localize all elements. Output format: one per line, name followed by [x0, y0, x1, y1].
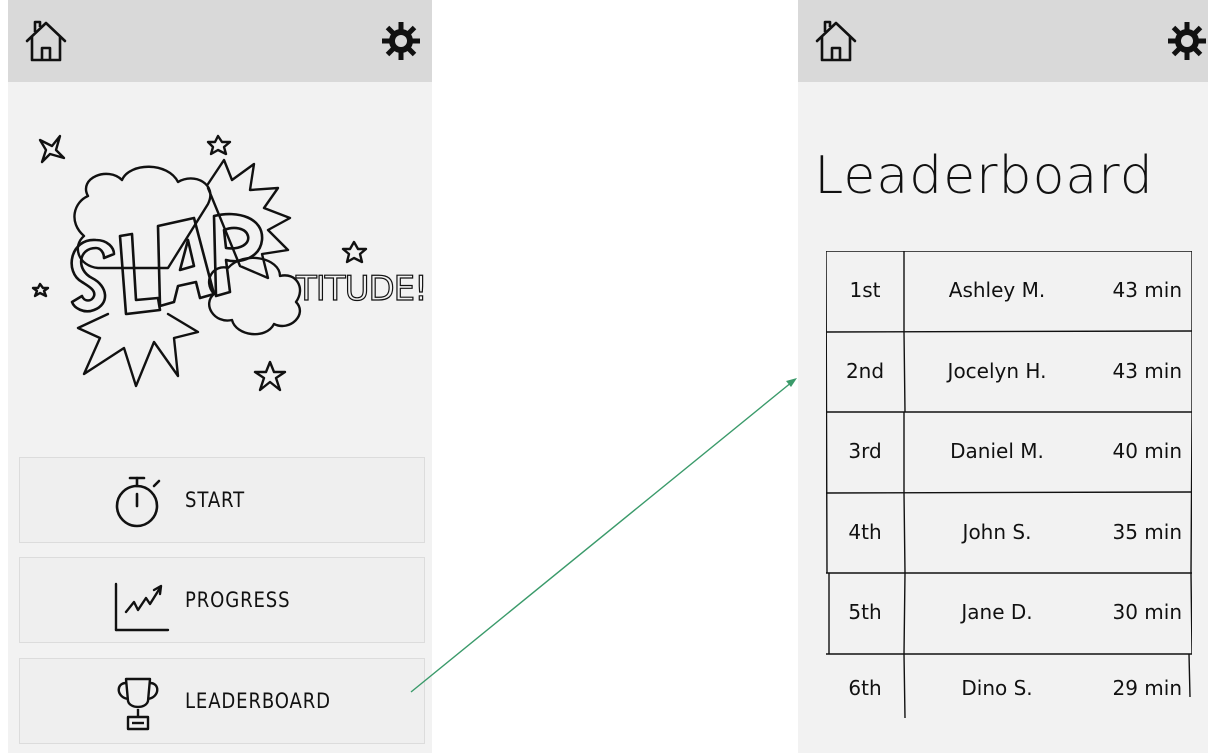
- start-label: START: [185, 488, 246, 512]
- rank-cell: 1st: [849, 278, 881, 302]
- time-cell: 43 min: [1112, 278, 1182, 302]
- name-cell: Daniel M.: [950, 439, 1044, 463]
- table-row: 3rd Daniel M. 40 min: [826, 412, 1192, 493]
- rank-cell: 5th: [848, 600, 882, 624]
- settings-gear-icon[interactable]: [380, 20, 422, 62]
- leaderboard-title: Leaderboard: [814, 146, 1154, 206]
- table-row: 1st Ashley M. 43 min: [826, 251, 1192, 332]
- trend-chart-icon: [114, 582, 170, 632]
- top-bar: [798, 0, 1208, 82]
- name-cell: Jane D.: [961, 600, 1033, 624]
- name-cell: Dino S.: [961, 676, 1033, 700]
- time-cell: 29 min: [1112, 676, 1182, 700]
- rank-cell: 6th: [848, 676, 882, 700]
- table-row: 5th Jane D. 30 min: [826, 573, 1192, 654]
- start-button[interactable]: START: [19, 457, 425, 543]
- settings-gear-icon[interactable]: [1166, 20, 1208, 62]
- main-menu-screen: TITUDE! START PROGRESS LEADERBOARD: [8, 0, 432, 753]
- leaderboard-table: 1st Ashley M. 43 min 2nd Jocelyn H. 43 m…: [826, 251, 1192, 718]
- leaderboard-label: LEADERBOARD: [185, 689, 331, 713]
- progress-button[interactable]: PROGRESS: [19, 557, 425, 643]
- home-icon[interactable]: [22, 16, 70, 64]
- leaderboard-screen: Leaderboard 1st Ashley M. 43 min 2nd Joc…: [798, 0, 1208, 753]
- sparkle-icon: [38, 134, 66, 164]
- slaptitude-logo: TITUDE!: [31, 134, 428, 392]
- time-cell: 43 min: [1112, 359, 1182, 383]
- top-bar: [8, 0, 432, 82]
- table-row: 6th Dino S. 29 min: [826, 654, 1192, 718]
- leaderboard-button[interactable]: LEADERBOARD: [19, 658, 425, 744]
- rank-cell: 2nd: [845, 359, 885, 383]
- home-icon[interactable]: [812, 16, 860, 64]
- table-row: 4th John S. 35 min: [826, 493, 1192, 574]
- name-cell: Jocelyn H.: [947, 359, 1047, 383]
- rank-cell: 4th: [848, 520, 882, 544]
- table-row: 2nd Jocelyn H. 43 min: [826, 332, 1192, 413]
- progress-label: PROGRESS: [185, 588, 291, 612]
- name-cell: Ashley M.: [948, 278, 1046, 302]
- trophy-icon: [117, 677, 159, 731]
- time-cell: 40 min: [1112, 439, 1182, 463]
- time-cell: 30 min: [1112, 600, 1182, 624]
- name-cell: John S.: [962, 520, 1032, 544]
- stopwatch-icon: [115, 476, 161, 528]
- logo-text-suffix: TITUDE!: [295, 269, 427, 309]
- time-cell: 35 min: [1112, 520, 1182, 544]
- rank-cell: 3rd: [848, 439, 882, 463]
